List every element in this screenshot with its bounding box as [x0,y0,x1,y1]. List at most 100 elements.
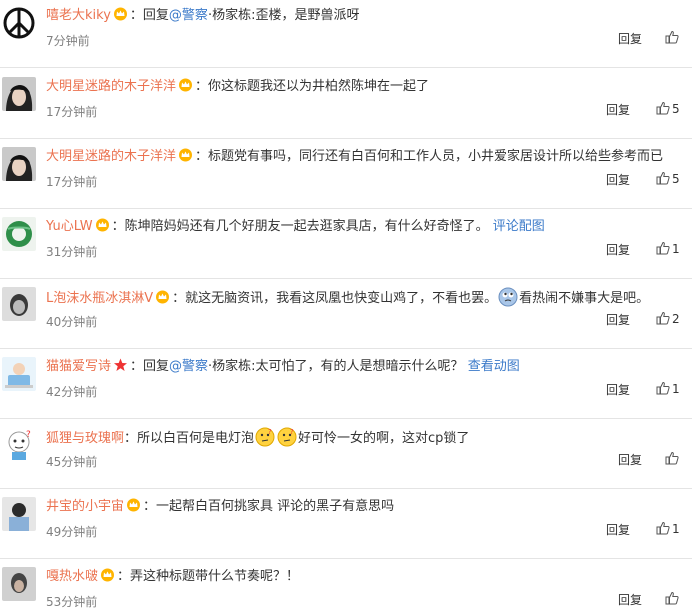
comment-line: 狐狸与玫瑰啊：所以白百何是电灯泡?? 好可怜一女的啊，这对cp锁了 [46,427,469,449]
comment-item: 井宝的小宇宙 ：一起帮白百何挑家具 评论的黑子有意思吗 49分钟前 回复 1 [0,497,700,559]
thumbs-up-icon [656,171,670,185]
avatar[interactable] [2,567,36,601]
like-button[interactable]: 1 [656,381,680,397]
vip-crown-icon[interactable] [113,7,128,21]
comment-line: 大明星迷路的木子洋洋 ：标题党有事吗，同行还有白百何和工作人员，小井爱家居设计所以… [46,147,663,167]
thumbs-up-icon [656,521,670,535]
comment-text: ：标题党有事吗，同行还有白百何和工作人员，小井爱家居设计所以给些参考而已 [195,149,664,164]
divider [0,208,692,209]
like-button[interactable]: 1 [656,241,680,257]
divider [0,67,692,68]
like-button[interactable] [665,30,681,46]
comment-image-link[interactable]: 评论配图 [493,219,545,234]
username[interactable]: L泡沫水瓶冰淇淋V [46,291,153,306]
reply-button[interactable]: 回复 [606,312,630,328]
like-count: 1 [672,242,680,256]
username[interactable]: 嘻老大kiky [46,8,111,23]
comment-line: 井宝的小宇宙 ：一起帮白百何挑家具 评论的黑子有意思吗 [46,497,394,517]
avatar[interactable] [2,357,36,391]
red-star-icon[interactable] [113,358,128,372]
reply-button[interactable]: 回复 [606,102,630,118]
comment-line: 大明星迷路的木子洋洋 ：你这标题我还以为井柏然陈坤在一起了 [46,77,429,97]
reply-button[interactable]: 回复 [606,172,630,188]
comment-item: 大明星迷路的木子洋洋 ：你这标题我还以为井柏然陈坤在一起了 17分钟前 回复 5 [0,77,700,139]
reply-prefix: ：回复 [130,359,170,374]
reply-button[interactable]: 回复 [618,592,642,608]
avatar[interactable] [2,77,36,111]
vip-crown-icon[interactable] [126,498,141,512]
vip-crown-icon[interactable] [178,78,193,92]
username[interactable]: Yu心LW [46,219,93,234]
vip-crown-icon[interactable] [155,290,170,304]
comment-line: 猫猫爱写诗 ：回复@警察·杨家栋:太可怕了，有的人是想暗示什么呢？ 查看动图 [46,357,520,377]
comment-text-continued: 好可怜一女的啊，这对cp锁了 [298,431,470,446]
comment-text: ：一起帮白百何挑家具 评论的黑子有意思吗 [143,499,395,514]
comment-line: L泡沫水瓶冰淇淋V ：就这无脑资讯，我看这凤凰也快变山鸡了，不看也罢。 看热闹不嫌事… [46,287,649,309]
username[interactable]: 大明星迷路的木子洋洋 [46,149,176,164]
comment-line: 嘻老大kiky ：回复@警察·杨家栋:歪楼，是野兽派呀 [46,6,359,26]
like-button[interactable] [665,451,681,467]
comment-text: ·杨家栋:太可怕了，有的人是想暗示什么呢？ [208,359,464,374]
comment-item: Yu心LW ：陈坤陪妈妈还有几个好朋友一起去逛家具店，有什么好奇怪了。 评论配图 … [0,217,700,279]
vip-crown-icon[interactable] [95,218,110,232]
comment-text: ·杨家栋:歪楼，是野兽派呀 [207,8,360,23]
comment-text: ：你这标题我还以为井柏然陈坤在一起了 [195,79,430,94]
avatar[interactable]: ? [2,427,36,461]
comment-item: L泡沫水瓶冰淇淋V ：就这无脑资讯，我看这凤凰也快变山鸡了，不看也罢。 看热闹不嫌事… [0,287,700,349]
thinking-emoji-icon: ? [255,427,275,447]
reply-button[interactable]: 回复 [606,242,630,258]
comment-item: 嘎热水啵 ：弄这种标题带什么节奏呢？！ 53分钟前 回复 [0,567,700,613]
eye-roll-emoji-icon [498,287,518,307]
divider [0,278,692,279]
comment-text: ：弄这种标题带什么节奏呢？！ [117,569,300,584]
divider [0,418,692,419]
thumbs-up-icon [665,451,679,465]
like-button[interactable]: 1 [656,521,680,537]
vip-crown-icon[interactable] [100,568,115,582]
timestamp: 31分钟前 [46,245,98,259]
username[interactable]: 大明星迷路的木子洋洋 [46,79,176,94]
reply-button[interactable]: 回复 [606,522,630,538]
mention-link[interactable]: @警察 [169,359,208,374]
avatar[interactable] [2,147,36,181]
like-count: 5 [672,172,680,186]
timestamp: 17分钟前 [46,175,98,189]
reply-button[interactable]: 回复 [618,452,642,468]
svg-text:?: ? [268,428,272,436]
username[interactable]: 猫猫爱写诗 [46,359,111,374]
divider [0,558,692,559]
comment-text-continued: 看热闹不嫌事大是吧。 [519,291,650,306]
like-button[interactable]: 5 [656,171,680,187]
thinking-emoji-icon: ? [277,427,297,447]
avatar[interactable] [2,287,36,321]
like-button[interactable]: 2 [656,311,680,327]
like-count: 5 [672,102,680,116]
mention-link[interactable]: @警察 [169,8,208,23]
thumbs-up-icon [656,311,670,325]
username[interactable]: 嘎热水啵 [46,569,98,584]
avatar[interactable] [2,497,36,531]
comment-text: ：就这无脑资讯，我看这凤凰也快变山鸡了，不看也罢。 [172,291,498,306]
username[interactable]: 狐狸与玫瑰啊 [46,431,124,446]
timestamp: 7分钟前 [46,34,90,48]
timestamp: 45分钟前 [46,455,98,469]
view-gif-link[interactable]: 查看动图 [468,359,520,374]
reply-button[interactable]: 回复 [606,382,630,398]
thumbs-up-icon [665,30,679,44]
reply-button[interactable]: 回复 [618,31,642,47]
comment-item: 大明星迷路的木子洋洋 ：标题党有事吗，同行还有白百何和工作人员，小井爱家居设计所以… [0,147,700,209]
divider [0,348,692,349]
avatar[interactable] [2,6,36,40]
like-button[interactable] [665,591,681,607]
avatar[interactable] [2,217,36,251]
vip-crown-icon[interactable] [178,148,193,162]
svg-text:?: ? [290,428,294,436]
divider [0,138,692,139]
thumbs-up-icon [665,591,679,605]
like-count: 1 [672,522,680,536]
comment-item: 猫猫爱写诗 ：回复@警察·杨家栋:太可怕了，有的人是想暗示什么呢？ 查看动图 42… [0,357,700,419]
thumbs-up-icon [656,101,670,115]
svg-text:?: ? [26,430,31,440]
username[interactable]: 井宝的小宇宙 [46,499,124,514]
like-button[interactable]: 5 [656,101,680,117]
